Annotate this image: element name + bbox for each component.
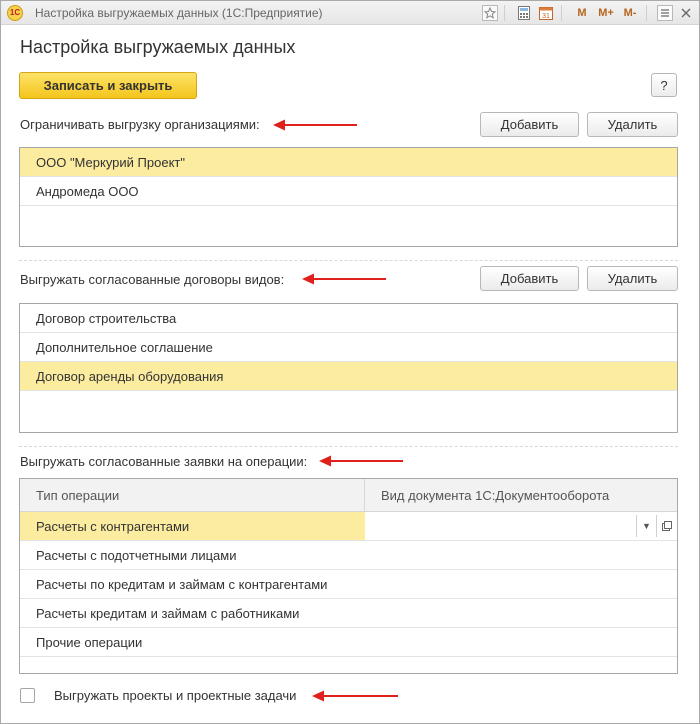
column-header-operation-type[interactable]: Тип операции: [20, 479, 365, 511]
memory-button-m-minus[interactable]: M-: [620, 4, 640, 22]
organizations-add-button[interactable]: Добавить: [480, 112, 579, 137]
close-icon[interactable]: [677, 4, 695, 22]
title-bar: 1С Настройка выгружаемых данных (1С:Пред…: [1, 1, 699, 25]
list-item-text: Дополнительное соглашение: [36, 339, 213, 355]
section-divider: [19, 260, 678, 261]
menu-icon[interactable]: [657, 5, 673, 21]
help-button[interactable]: ?: [651, 73, 677, 97]
list-item[interactable]: Договор строительства: [20, 304, 677, 333]
table-row[interactable]: Прочие операции: [20, 628, 677, 657]
export-projects-label[interactable]: Выгружать проекты и проектные задачи: [54, 688, 296, 703]
organizations-list[interactable]: ООО "Меркурий Проект" Андромеда ООО: [19, 147, 678, 247]
document-kind-cell[interactable]: [365, 541, 677, 569]
list-item-text: ООО "Меркурий Проект": [36, 154, 185, 170]
export-projects-checkbox[interactable]: [20, 688, 35, 703]
save-and-close-button[interactable]: Записать и закрыть: [19, 72, 197, 99]
open-icon[interactable]: [656, 515, 676, 537]
red-arrow-icon: [273, 119, 357, 131]
list-item[interactable]: ООО "Меркурий Проект": [20, 148, 677, 177]
contracts-list[interactable]: Договор строительства Дополнительное сог…: [19, 303, 678, 433]
dialog-window: 1С Настройка выгружаемых данных (1С:Пред…: [0, 0, 700, 724]
table-row[interactable]: Расчеты с контрагентами ▼: [20, 512, 677, 541]
list-item-text: Договор строительства: [36, 310, 177, 326]
operation-type-cell[interactable]: Расчеты по кредитам и займам с контраген…: [20, 570, 365, 598]
form-title: Настройка выгружаемых данных: [20, 37, 296, 57]
table-row[interactable]: Расчеты по кредитам и займам с контраген…: [20, 570, 677, 599]
table-header: Тип операции Вид документа 1С:Документоо…: [20, 479, 677, 512]
document-kind-cell[interactable]: [365, 599, 677, 627]
document-kind-cell[interactable]: [365, 570, 677, 598]
window-title: Настройка выгружаемых данных (1С:Предпри…: [35, 6, 323, 20]
list-item-text: Андромеда ООО: [36, 183, 139, 199]
red-arrow-icon: [319, 455, 403, 467]
operation-type-cell[interactable]: Прочие операции: [20, 628, 365, 656]
list-item[interactable]: Андромеда ООО: [20, 177, 677, 206]
organizations-delete-button[interactable]: Удалить: [587, 112, 678, 137]
list-item-text: Договор аренды оборудования: [36, 368, 224, 384]
app-logo-icon: 1С: [7, 5, 23, 21]
contracts-label: Выгружать согласованные договоры видов:: [20, 272, 285, 287]
calendar-icon[interactable]: 31: [537, 4, 555, 22]
table-row[interactable]: Расчеты с подотчетными лицами: [20, 541, 677, 570]
list-item[interactable]: Договор аренды оборудования: [20, 362, 677, 391]
favorites-icon[interactable]: [482, 5, 498, 21]
calculator-icon[interactable]: [515, 4, 533, 22]
toolbar-separator: [504, 5, 505, 21]
table-row[interactable]: Расчеты кредитам и займам с работниками: [20, 599, 677, 628]
memory-button-m-plus[interactable]: M+: [596, 4, 616, 22]
document-kind-field[interactable]: ▼: [365, 512, 677, 540]
section-divider: [19, 446, 678, 447]
document-kind-cell[interactable]: [365, 628, 677, 656]
title-bar-tools: 31 M M+ M-: [478, 4, 695, 22]
operations-table[interactable]: Тип операции Вид документа 1С:Документоо…: [19, 478, 678, 674]
contracts-delete-button[interactable]: Удалить: [587, 266, 678, 291]
list-item[interactable]: Дополнительное соглашение: [20, 333, 677, 362]
red-arrow-icon: [302, 273, 386, 285]
toolbar-separator: [561, 5, 562, 21]
dropdown-arrow-icon[interactable]: ▼: [636, 515, 656, 537]
column-header-document-kind[interactable]: Вид документа 1С:Документооборота: [365, 479, 677, 511]
operation-type-cell[interactable]: Расчеты кредитам и займам с работниками: [20, 599, 365, 627]
svg-text:31: 31: [542, 13, 550, 20]
contracts-add-button[interactable]: Добавить: [480, 266, 579, 291]
toolbar-separator: [646, 5, 647, 21]
red-arrow-icon: [312, 690, 398, 702]
memory-button-m[interactable]: M: [572, 4, 592, 22]
operations-label: Выгружать согласованные заявки на операц…: [20, 454, 308, 469]
operation-type-cell[interactable]: Расчеты с контрагентами: [20, 512, 365, 540]
operation-type-cell[interactable]: Расчеты с подотчетными лицами: [20, 541, 365, 569]
organizations-label: Ограничивать выгрузку организациями:: [20, 117, 260, 132]
